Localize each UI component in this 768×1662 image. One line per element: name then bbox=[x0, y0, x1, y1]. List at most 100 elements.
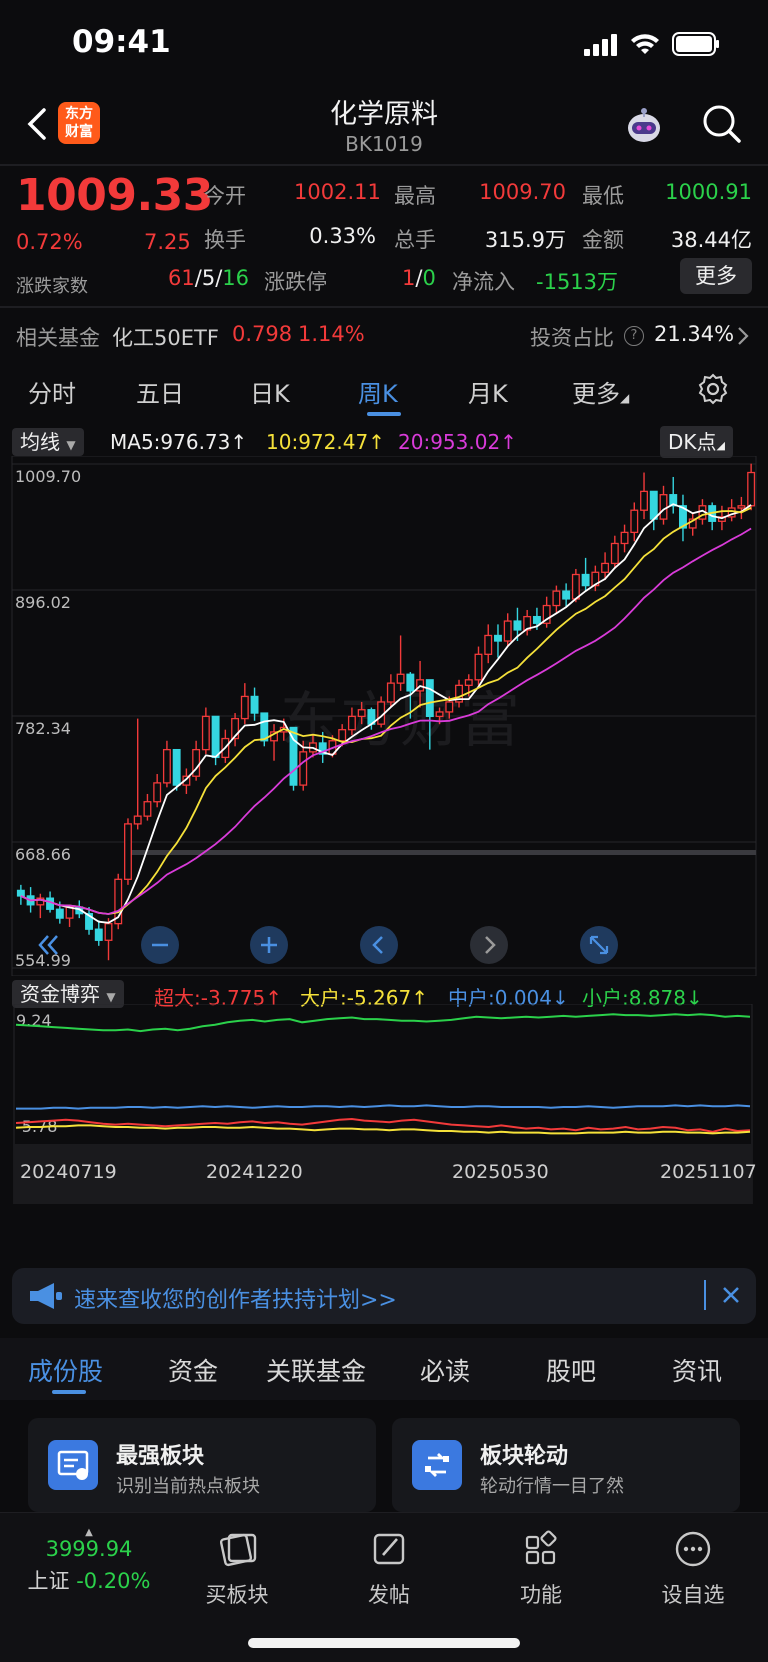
active-tab-indicator bbox=[367, 412, 401, 416]
tab-forum[interactable]: 股吧 bbox=[546, 1352, 596, 1388]
status-icons bbox=[584, 30, 720, 56]
candle-body bbox=[571, 573, 580, 600]
content-tabs: 成份股 资金 关联基金 必读 股吧 资讯 bbox=[0, 1338, 768, 1400]
candle-body bbox=[55, 908, 64, 919]
zoom-in-button[interactable] bbox=[250, 926, 288, 964]
low-value: 1000.91 bbox=[665, 180, 752, 204]
ratio-value: 21.34% bbox=[654, 322, 735, 346]
last-price: 1009.33 bbox=[16, 170, 213, 221]
tab-five-day[interactable]: 五日 bbox=[136, 374, 184, 409]
candle-body bbox=[484, 634, 493, 655]
promo-banner[interactable]: 速来查收您的创作者扶持计划>> bbox=[12, 1268, 756, 1324]
assistant-robot-icon[interactable] bbox=[620, 102, 668, 150]
tab-must-read[interactable]: 必读 bbox=[420, 1352, 470, 1388]
tab-weekly-k[interactable]: 周K bbox=[358, 374, 398, 409]
wifi-icon bbox=[631, 34, 659, 54]
candle-body bbox=[513, 620, 522, 631]
candle-body bbox=[16, 889, 25, 897]
scroll-left-button[interactable] bbox=[360, 926, 398, 964]
candle-body bbox=[747, 471, 756, 507]
ma-selector[interactable]: 均线 ▼ bbox=[12, 428, 84, 456]
period-tabs: 分时 五日 日K 周K 月K 更多◢ bbox=[0, 358, 768, 422]
index-ticker[interactable]: ▲ 3999.94 上证 -0.20% bbox=[14, 1527, 164, 1595]
change-abs: 7.25 bbox=[144, 230, 191, 254]
flow-series-line bbox=[16, 1104, 751, 1110]
tab-capital[interactable]: 资金 bbox=[168, 1352, 218, 1388]
chart-separator bbox=[124, 850, 756, 856]
nav-add-watchlist[interactable]: 设自选 bbox=[638, 1529, 748, 1609]
x-tick-label: 20250530 bbox=[452, 1161, 549, 1183]
tab-news[interactable]: 资讯 bbox=[672, 1352, 722, 1388]
battery-icon bbox=[672, 32, 719, 56]
change-pct: 0.72% bbox=[16, 230, 83, 254]
more-button[interactable]: 更多 bbox=[680, 258, 752, 294]
limit-value: 1/0 bbox=[402, 266, 436, 290]
candle-body bbox=[737, 505, 746, 509]
scroll-left-fast-button[interactable] bbox=[30, 926, 68, 964]
related-fund-row[interactable]: 相关基金 化工50ETF 0.798 1.14% 投资占比 ? 21.34% bbox=[0, 312, 768, 356]
candle-body bbox=[649, 490, 658, 520]
grid-icon bbox=[525, 1530, 557, 1565]
candlestick-chart[interactable]: 1009.70896.02782.34668.66554.99东方财富 bbox=[0, 456, 768, 976]
search-button[interactable] bbox=[700, 102, 744, 146]
candle-body bbox=[357, 709, 366, 718]
banner-text: 速来查收您的创作者扶持计划>> bbox=[74, 1288, 397, 1313]
chevron-left-icon bbox=[372, 936, 383, 954]
volume-value: 315.9万 bbox=[484, 228, 566, 252]
help-icon[interactable]: ? bbox=[624, 326, 644, 346]
x-tick-label: 20241220 bbox=[206, 1161, 303, 1183]
tab-more[interactable]: 更多◢ bbox=[572, 374, 629, 409]
card-title: 最强板块 bbox=[116, 1444, 205, 1469]
candle-body bbox=[396, 673, 405, 684]
ma5-readout: MA5:976.73↑ bbox=[110, 430, 248, 454]
settings-gear-icon[interactable] bbox=[696, 372, 730, 406]
header-divider bbox=[0, 164, 768, 166]
candle-body bbox=[260, 712, 269, 742]
status-time: 09:41 bbox=[72, 24, 171, 60]
tab-related-funds[interactable]: 关联基金 bbox=[266, 1352, 366, 1388]
signal-icon bbox=[584, 34, 617, 56]
active-content-tab-indicator bbox=[52, 1390, 86, 1394]
card-title: 板块轮动 bbox=[480, 1444, 569, 1469]
candle-body bbox=[464, 679, 473, 686]
candle-body bbox=[201, 715, 210, 751]
candle-body bbox=[172, 748, 181, 786]
close-icon[interactable] bbox=[720, 1284, 742, 1306]
tab-constituents[interactable]: 成份股 bbox=[28, 1352, 103, 1388]
tab-monthly-k[interactable]: 月K bbox=[468, 374, 508, 409]
fullscreen-button[interactable] bbox=[580, 926, 618, 964]
nav-functions[interactable]: 功能 bbox=[486, 1529, 596, 1609]
candle-body bbox=[581, 573, 590, 587]
breadth-value: 61/5/16 bbox=[168, 266, 249, 290]
nav-buy-sector[interactable]: 买板块 bbox=[182, 1529, 292, 1609]
y-tick-label: 1009.70 bbox=[15, 467, 81, 486]
amount-label: 金额 bbox=[582, 228, 624, 252]
x-axis-band bbox=[14, 1144, 752, 1204]
scroll-right-button[interactable] bbox=[470, 926, 508, 964]
double-chevron-left-icon bbox=[38, 935, 58, 955]
inflow-value: -1513万 bbox=[536, 270, 619, 294]
candle-body bbox=[610, 542, 619, 565]
candle-body bbox=[494, 634, 502, 642]
dk-point-button[interactable]: DK点◢ bbox=[660, 426, 733, 458]
tab-intraday[interactable]: 分时 bbox=[28, 374, 76, 409]
candle-body bbox=[153, 782, 162, 803]
volume-label: 总手 bbox=[394, 228, 436, 252]
flow-series-line bbox=[15, 1013, 751, 1033]
minus-icon bbox=[152, 943, 168, 947]
ratio-label: 投资占比 bbox=[530, 326, 614, 350]
fund-name: 化工50ETF bbox=[112, 326, 219, 350]
candle-body bbox=[435, 711, 444, 718]
status-bar: 09:41 bbox=[0, 0, 768, 88]
page-header: 东方 财富 化学原料 BK1019 bbox=[0, 88, 768, 164]
expand-icon bbox=[589, 935, 609, 955]
candle-body bbox=[162, 748, 171, 784]
nav-post[interactable]: 发帖 bbox=[334, 1529, 444, 1609]
fund-price: 0.798 bbox=[232, 322, 293, 346]
strongest-sector-card[interactable]: 最强板块 识别当前热点板块 bbox=[28, 1418, 376, 1512]
fund-flow-chart[interactable]: 9.24-5.7820240719 20241220 20250530 2025110… bbox=[0, 1004, 768, 1204]
zoom-out-button[interactable] bbox=[141, 926, 179, 964]
tab-daily-k[interactable]: 日K bbox=[250, 374, 290, 409]
sector-rotation-card[interactable]: 板块轮动 轮动行情一目了然 bbox=[392, 1418, 740, 1512]
y-tick-label: 668.66 bbox=[15, 845, 71, 864]
